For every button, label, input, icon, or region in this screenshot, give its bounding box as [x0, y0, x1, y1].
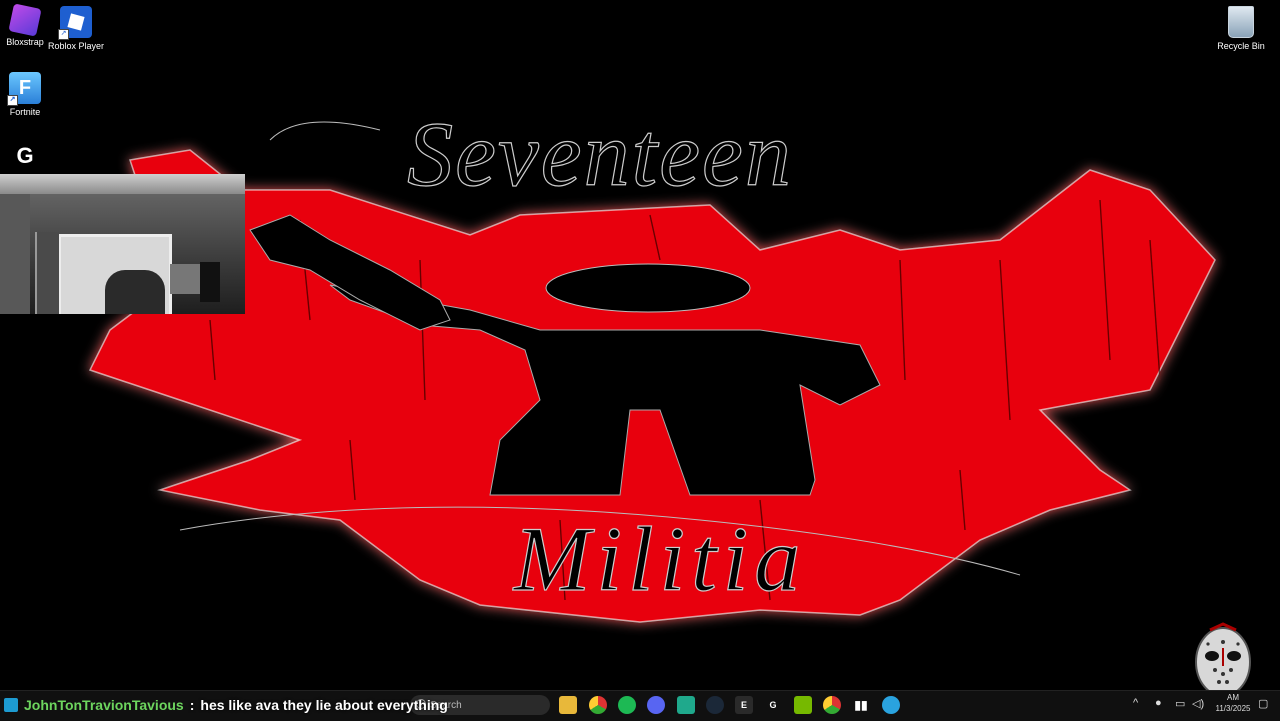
- desktop-icon-logitech[interactable]: G: [0, 140, 55, 175]
- desktop-icon-recycle-bin[interactable]: Recycle Bin: [1211, 6, 1271, 51]
- desktop-icon-label: Fortnite: [9, 107, 41, 117]
- shortcut-arrow-icon: ↗: [7, 95, 18, 106]
- nvidia-icon[interactable]: [794, 696, 812, 714]
- roblox-icon: ↗: [58, 6, 92, 40]
- app-icon[interactable]: [677, 696, 695, 714]
- chevron-up-icon[interactable]: ^: [1133, 697, 1138, 709]
- discord-icon[interactable]: [647, 696, 665, 714]
- file-explorer-icon[interactable]: [559, 696, 577, 714]
- wallpaper-top-script: Seventeen: [407, 103, 793, 205]
- fortnite-icon: F ↗: [7, 72, 41, 106]
- steam-icon[interactable]: [706, 696, 724, 714]
- microphone-icon[interactable]: ●: [1155, 697, 1162, 709]
- chrome-icon[interactable]: [589, 696, 607, 714]
- bloxstrap-icon: [8, 3, 42, 37]
- chrome-icon[interactable]: [823, 696, 841, 714]
- volume-icon[interactable]: ◁): [1192, 697, 1204, 710]
- recycle-bin-icon: [1228, 6, 1254, 38]
- telegram-icon[interactable]: [882, 696, 900, 714]
- desktop-wallpaper: Seventeen Militia: [88, 102, 1216, 623]
- logitech-g-icon: G: [16, 143, 34, 168]
- stream-chat-overlay: JohnTonTravionTavious : hes like ava the…: [0, 694, 448, 716]
- clock-time: AM: [1227, 693, 1239, 702]
- epic-games-icon[interactable]: E: [735, 696, 753, 714]
- taskbar-clock[interactable]: AM 11/3/2025: [1210, 692, 1256, 714]
- desktop-icon-fortnite[interactable]: F ↗ Fortnite: [0, 72, 55, 117]
- desktop-icon-label: Roblox Player: [47, 41, 105, 51]
- notification-icon[interactable]: ▢: [1258, 697, 1268, 710]
- desktop-icon-roblox-player[interactable]: ↗ Roblox Player: [46, 6, 106, 51]
- chat-app-icon: [4, 698, 18, 712]
- logitech-g-icon[interactable]: G: [764, 696, 782, 714]
- clock-date: 11/3/2025: [1215, 704, 1251, 713]
- spotify-icon[interactable]: [618, 696, 636, 714]
- chat-message: hes like ava they lie about everything: [200, 697, 448, 713]
- hockey-mask-avatar-icon: [1195, 622, 1251, 697]
- wallpaper-bottom-script: Militia: [512, 508, 806, 610]
- audio-app-icon[interactable]: ▮▮: [852, 696, 870, 714]
- chat-username: JohnTonTravionTavious: [24, 697, 184, 713]
- chat-separator: :: [189, 697, 195, 713]
- shortcut-arrow-icon: ↗: [58, 29, 69, 40]
- network-icon[interactable]: ▭: [1175, 697, 1185, 710]
- desktop-icon-label: Recycle Bin: [1217, 41, 1265, 51]
- webcam-overlay: [0, 174, 245, 314]
